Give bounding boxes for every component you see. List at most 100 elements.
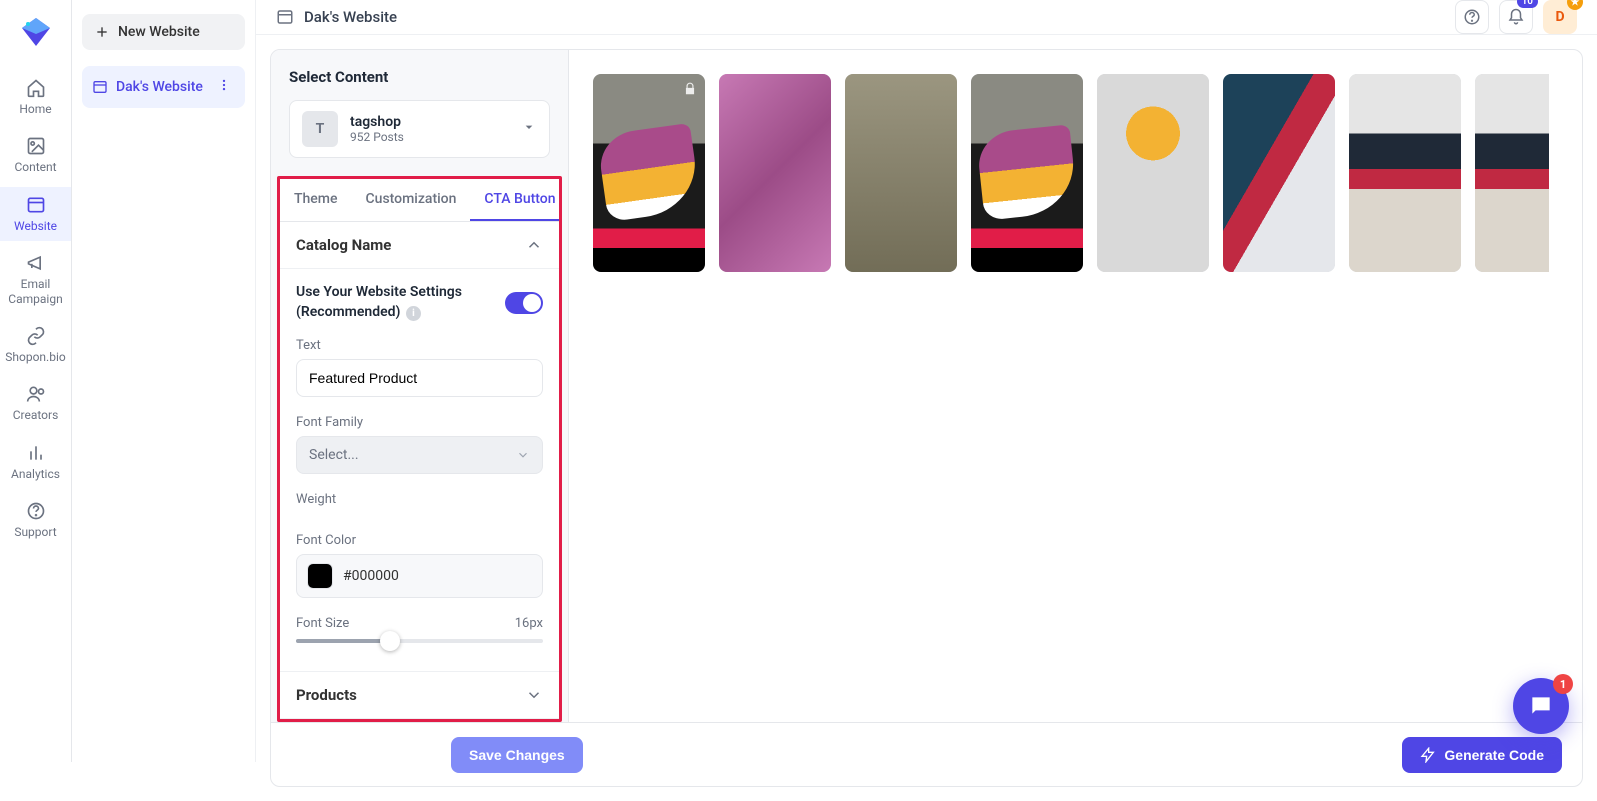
info-icon[interactable]: i [406, 306, 421, 321]
page-title: Dak's Website [304, 8, 397, 26]
weight-label: Weight [296, 492, 543, 507]
post-thumbnail[interactable] [1097, 74, 1209, 272]
post-thumbnail[interactable] [845, 74, 957, 272]
post-thumbnail[interactable] [1349, 74, 1461, 272]
help-icon [1463, 8, 1481, 26]
chat-icon [1528, 693, 1554, 719]
nav-rail: Home Content Website Email Campaign Shop… [0, 0, 72, 762]
notifications-button[interactable]: 10 [1499, 0, 1533, 34]
window-icon [276, 8, 294, 26]
chevron-up-icon [525, 236, 543, 254]
select-content-heading: Select Content [289, 68, 550, 86]
post-thumbnail[interactable] [593, 74, 705, 272]
dots-vertical-icon [217, 78, 231, 92]
nav-content-label: Content [14, 160, 56, 174]
post-thumbnail[interactable] [971, 74, 1083, 272]
website-item-dak[interactable]: Dak's Website [82, 66, 245, 108]
nav-creators[interactable]: Creators [0, 376, 71, 430]
workspace: Select Content T tagshop 952 Posts [256, 35, 1597, 801]
website-list-column: New Website Dak's Website [72, 0, 256, 762]
tab-theme[interactable]: Theme [280, 179, 352, 221]
feed-post-count: 952 Posts [350, 130, 404, 144]
editor-footer: Save Changes Generate Code [271, 722, 1582, 786]
section-products-title: Products [296, 686, 357, 704]
font-color-input[interactable]: #000000 [296, 554, 543, 598]
nav-support-label: Support [14, 525, 56, 539]
topbar: Dak's Website 10 D ★ [256, 0, 1597, 35]
new-website-label: New Website [118, 24, 200, 40]
tab-cta-button[interactable]: CTA Button [470, 179, 562, 221]
use-settings-label: Use Your Website Settings (Recommended) … [296, 283, 462, 322]
nav-analytics[interactable]: Analytics [0, 435, 71, 489]
chevron-down-icon [525, 686, 543, 704]
bell-icon [1507, 8, 1525, 26]
nav-email-label: Email Campaign [0, 277, 71, 306]
link-icon [26, 326, 46, 346]
color-swatch [307, 563, 333, 589]
window-icon [92, 79, 108, 95]
chevron-down-icon [521, 119, 537, 139]
catalog-section-content: Use Your Website Settings (Recommended) … [280, 269, 559, 671]
post-thumbnail[interactable] [719, 74, 831, 272]
post-thumbnail[interactable] [1475, 74, 1549, 272]
nav-website-label: Website [14, 219, 57, 233]
font-family-label: Font Family [296, 415, 543, 430]
catalog-text-input[interactable] [296, 359, 543, 397]
main-column: Dak's Website 10 D ★ [256, 0, 1597, 762]
nav-creators-label: Creators [13, 408, 59, 422]
slider-thumb[interactable] [380, 631, 400, 651]
font-color-value: #000000 [343, 568, 399, 584]
post-thumbnail[interactable] [1223, 74, 1335, 272]
nav-shopon-label: Shopon.bio [5, 350, 65, 364]
generate-code-label: Generate Code [1444, 747, 1544, 763]
website-item-name: Dak's Website [116, 79, 203, 95]
generate-code-button[interactable]: Generate Code [1402, 737, 1562, 773]
font-family-select[interactable]: Select... [296, 436, 543, 474]
avatar-initial: D [1555, 9, 1564, 25]
editor-card: Select Content T tagshop 952 Posts [270, 49, 1583, 787]
nav-shopon[interactable]: Shopon.bio [0, 318, 71, 372]
section-catalog-title: Catalog Name [296, 236, 391, 254]
panel-tabs: Theme Customization CTA Button [280, 179, 559, 222]
nav-home[interactable]: Home [0, 70, 71, 124]
nav-content[interactable]: Content [0, 128, 71, 182]
font-size-value: 16px [515, 616, 543, 631]
font-color-label: Font Color [296, 533, 543, 548]
megaphone-icon [26, 253, 46, 273]
slider-fill [296, 639, 390, 643]
chat-badge: 1 [1553, 674, 1573, 694]
font-size-slider[interactable] [296, 639, 543, 643]
window-icon [26, 195, 46, 215]
user-avatar[interactable]: D ★ [1543, 0, 1577, 34]
chat-launcher[interactable]: 1 [1513, 678, 1569, 734]
chart-icon [26, 443, 46, 463]
nav-support[interactable]: Support [0, 493, 71, 547]
new-website-button[interactable]: New Website [82, 14, 245, 50]
preview-area [569, 50, 1582, 722]
website-item-menu-button[interactable] [213, 74, 235, 100]
feed-name: tagshop [350, 114, 404, 130]
use-settings-toggle[interactable] [505, 292, 543, 314]
text-field-label: Text [296, 338, 543, 353]
nav-website[interactable]: Website [0, 187, 71, 241]
font-family-placeholder: Select... [309, 447, 359, 463]
lock-icon [683, 82, 697, 100]
feed-initial: T [302, 111, 338, 147]
help-button[interactable] [1455, 0, 1489, 34]
feed-selector[interactable]: T tagshop 952 Posts [289, 100, 550, 158]
nav-email[interactable]: Email Campaign [0, 245, 71, 314]
plus-icon [94, 24, 110, 40]
lightning-icon [1420, 747, 1436, 763]
section-catalog-name[interactable]: Catalog Name [280, 222, 559, 269]
help-icon [26, 501, 46, 521]
nav-home-label: Home [19, 102, 51, 116]
home-icon [26, 78, 46, 98]
image-icon [26, 136, 46, 156]
highlighted-tab-region: Theme Customization CTA Button Catalog N… [277, 176, 562, 722]
chevron-down-icon [516, 448, 530, 462]
tab-customization[interactable]: Customization [352, 179, 471, 221]
section-products[interactable]: Products [280, 671, 559, 719]
settings-scroll[interactable]: Catalog Name Use Your Website Settings (… [280, 222, 559, 719]
save-button[interactable]: Save Changes [451, 737, 583, 773]
notification-badge: 10 [1517, 0, 1538, 8]
